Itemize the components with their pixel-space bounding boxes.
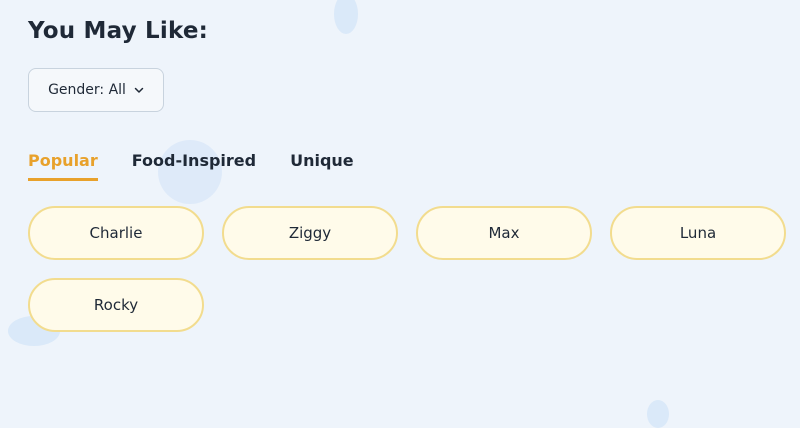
category-tabs: Popular Food-Inspired Unique	[28, 151, 354, 181]
chevron-down-icon	[134, 85, 144, 95]
name-chip-ziggy[interactable]: Ziggy	[222, 206, 398, 260]
name-chip-luna[interactable]: Luna	[610, 206, 786, 260]
gender-filter-dropdown[interactable]: Gender: All	[28, 68, 164, 112]
tab-popular[interactable]: Popular	[28, 151, 98, 181]
background-paw-top	[334, 0, 358, 34]
tab-food-inspired[interactable]: Food-Inspired	[132, 151, 256, 181]
name-chip-max[interactable]: Max	[416, 206, 592, 260]
tab-unique[interactable]: Unique	[290, 151, 354, 181]
section-title: You May Like:	[28, 18, 209, 44]
name-suggestions: Charlie Ziggy Max Luna Rocky	[28, 206, 786, 332]
gender-filter-label: Gender: All	[48, 82, 126, 98]
background-paw-bottom	[647, 400, 669, 428]
name-chip-rocky[interactable]: Rocky	[28, 278, 204, 332]
name-chip-charlie[interactable]: Charlie	[28, 206, 204, 260]
